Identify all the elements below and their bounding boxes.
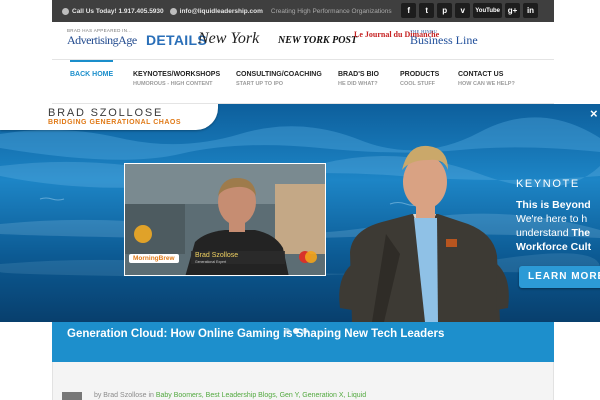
- nav-item-contact[interactable]: CONTACT US HOW CAN WE HELP?: [458, 71, 515, 87]
- hero-line-3-bold: The: [571, 227, 591, 239]
- slider-dot[interactable]: [302, 328, 308, 334]
- hero-brand-box: BRAD SZOLLOSE BRIDGING GENERATIONAL CHAO…: [0, 104, 218, 130]
- social-links: f t p v YouTube g+ in: [401, 3, 538, 18]
- nav-item-label: PRODUCTS: [400, 71, 440, 78]
- author-avatar: [62, 392, 82, 400]
- hero-text-block: KEYNOTE This is Beyond We're here to h u…: [516, 178, 591, 253]
- nav-item-label: KEYNOTES/WORKSHOPS: [133, 71, 221, 78]
- advertising-age-logo: AdvertisingAge: [67, 33, 137, 47]
- hero-line-3: understand The: [516, 227, 591, 239]
- press-logos-strip: BRAD HAS APPEARED IN... AdvertisingAge D…: [52, 22, 554, 60]
- morning-brew-logo: MorningBrew: [129, 254, 179, 263]
- hero-line-3-text: understand: [516, 227, 572, 239]
- pinterest-icon[interactable]: p: [437, 3, 453, 18]
- nav-item-label: CONSULTING/COACHING: [236, 71, 322, 78]
- learn-more-button[interactable]: LEARN MORE: [519, 266, 600, 288]
- nav-item-keynotes[interactable]: KEYNOTES/WORKSHOPS HUMOROUS - HIGH CONTE…: [133, 71, 220, 87]
- video-player[interactable]: MorningBrew Brad Szollose Generational E…: [124, 163, 326, 276]
- lower-third-title: Generational Expert: [195, 260, 227, 264]
- nav-item-sublabel: START UP TO IPO: [236, 81, 284, 87]
- nav-item-sublabel: HUMOROUS - HIGH CONTENT: [133, 81, 213, 87]
- hero-line-4-bold: Workforce Cult: [516, 241, 592, 253]
- post-author[interactable]: by Brad Szollose: [94, 392, 147, 399]
- nav-item-products[interactable]: PRODUCTS COOL STUFF: [400, 71, 439, 87]
- business-line-logo: THE HINDU Business Line: [410, 29, 478, 48]
- hero-heading: KEYNOTE: [516, 178, 580, 190]
- new-york-post-logo: NEW YORK POST: [278, 35, 358, 46]
- vimeo-icon[interactable]: v: [455, 3, 471, 18]
- phone-number[interactable]: Call Us Today! 1.917.405.5930: [72, 8, 164, 15]
- slider-dot[interactable]: [284, 328, 290, 334]
- post-title-bar: Generation Cloud: How Online Gaming is S…: [52, 322, 554, 362]
- post-in-label: in: [148, 392, 154, 399]
- business-line-text: Business Line: [410, 33, 478, 47]
- email-link[interactable]: info@liquidleadership.com: [180, 8, 263, 15]
- youtube-icon[interactable]: YouTube: [473, 3, 502, 18]
- linkedin-icon[interactable]: in: [523, 3, 538, 18]
- hero-banner[interactable]: BRAD SZOLLOSE BRIDGING GENERATIONAL CHAO…: [0, 104, 600, 322]
- nav-item-bio[interactable]: BRAD'S BIO HE DID WHAT?: [338, 71, 379, 87]
- nav-item-label: BRAD'S BIO: [338, 71, 379, 78]
- new-york-logo: New York: [198, 30, 260, 47]
- mastercard-logo: [299, 251, 317, 263]
- close-icon[interactable]: ×: [590, 106, 598, 121]
- slider-dot-active[interactable]: [293, 328, 299, 334]
- lower-third-name: Brad Szollose: [195, 252, 239, 259]
- main-navigation: BACK HOME KEYNOTES/WORKSHOPS HUMOROUS - …: [52, 60, 554, 104]
- hero-line-4: Workforce Cult: [516, 241, 591, 253]
- top-contact-bar: Call Us Today! 1.917.405.5930 info@liqui…: [52, 0, 554, 22]
- nav-item-consulting[interactable]: CONSULTING/COACHING START UP TO IPO: [236, 71, 322, 87]
- tagline: Creating High Performance Organizations: [270, 7, 392, 15]
- hero-line-1: This is Beyond: [516, 199, 591, 211]
- google-plus-icon[interactable]: g+: [505, 3, 520, 18]
- nav-item-sublabel: COOL STUFF: [400, 81, 436, 87]
- hero-line-2: We're here to h: [516, 213, 588, 225]
- hero-brand-tagline: BRIDGING GENERATIONAL CHAOS: [48, 119, 182, 126]
- nav-item-label: CONTACT US: [458, 71, 504, 78]
- post-title-link[interactable]: Generation Cloud: How Online Gaming is S…: [67, 328, 444, 340]
- facebook-icon[interactable]: f: [401, 3, 417, 18]
- nav-item-sublabel: HE DID WHAT?: [338, 81, 378, 87]
- twitter-icon[interactable]: t: [419, 3, 435, 18]
- hero-brand-name: BRAD SZOLLOSE: [48, 107, 164, 119]
- nav-item-sublabel: HOW CAN WE HELP?: [458, 81, 515, 87]
- post-categories[interactable]: Baby Boomers, Best Leadership Blogs, Gen…: [156, 392, 366, 399]
- nav-item-label: BACK HOME: [70, 71, 114, 78]
- video-lower-third: Brad Szollose Generational Expert: [191, 251, 285, 264]
- email-icon: [169, 7, 177, 15]
- phone-icon: [62, 7, 69, 15]
- nav-item-back-home[interactable]: BACK HOME: [70, 60, 114, 78]
- slider-dots: [284, 328, 308, 334]
- post-meta: by Brad Szollose in Baby Boomers, Best L…: [62, 392, 366, 400]
